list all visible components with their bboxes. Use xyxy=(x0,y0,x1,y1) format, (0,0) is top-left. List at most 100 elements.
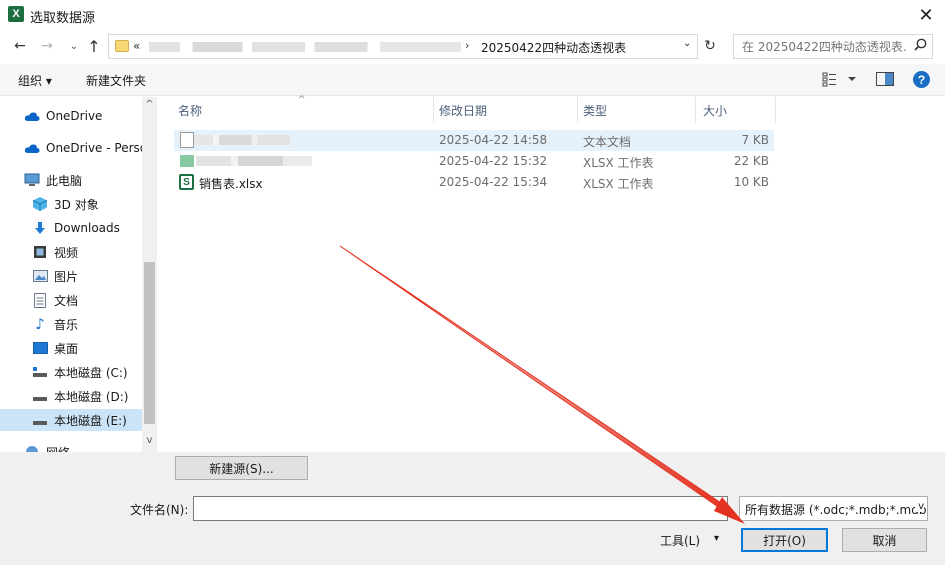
nav-item-drive-c[interactable]: 本地磁盘 (C:) xyxy=(0,361,142,383)
file-type: XLSX 工作表 xyxy=(583,156,654,170)
tools-menu-button[interactable]: 工具(L) xyxy=(660,532,700,549)
file-date: 2025-04-22 14:58 xyxy=(439,133,548,147)
drive-icon xyxy=(32,413,48,427)
close-button[interactable]: ✕ xyxy=(912,2,940,28)
recent-locations-chevron-icon[interactable]: ⌄ xyxy=(64,36,84,56)
spreadsheet-file-icon: S xyxy=(179,174,194,190)
dialog-footer: 新建源(S)... 文件名(N): 所有数据源 (*.odc;*.mdb;*.m… xyxy=(0,452,945,565)
forward-arrow-icon[interactable]: → xyxy=(37,36,57,56)
address-bar[interactable]: « › 20250422四种动态透视表 ⌄ xyxy=(108,34,698,59)
drive-icon xyxy=(32,365,48,379)
up-arrow-icon[interactable]: ↑ xyxy=(84,36,104,56)
table-row[interactable]: 2025-04-22 15:32 XLSX 工作表 22 KB xyxy=(174,151,774,172)
cloud-icon xyxy=(24,109,40,123)
filetype-selected-value: 所有数据源 (*.odc;*.mdb;*.mdb xyxy=(745,503,927,517)
nav-item-music[interactable]: ♪ 音乐 xyxy=(0,313,142,335)
nav-item-videos[interactable]: 视频 xyxy=(0,241,142,263)
file-size: 22 KB xyxy=(733,154,769,168)
nav-item-label: 本地磁盘 (E:) xyxy=(54,413,127,428)
dropdown-arrow-icon[interactable]: ▾ xyxy=(714,533,719,544)
file-list: 名称 ^ 修改日期 类型 大小 2025-04-22 14:58 文本文档 7 … xyxy=(160,95,945,452)
open-button[interactable]: 打开(O) xyxy=(741,528,828,552)
nav-item-label: 3D 对象 xyxy=(54,197,99,212)
table-row[interactable]: S 销售表.xlsx 2025-04-22 15:34 XLSX 工作表 10 … xyxy=(174,172,774,193)
filename-label: 文件名(N): xyxy=(130,503,189,517)
chevron-down-icon[interactable]: ⌄ xyxy=(683,38,697,49)
nav-scrollbar[interactable]: ^ v xyxy=(142,97,157,452)
file-size: 10 KB xyxy=(733,175,769,189)
drive-icon xyxy=(32,389,48,403)
spreadsheet-file-icon xyxy=(180,155,194,167)
filetype-select[interactable]: 所有数据源 (*.odc;*.mdb;*.mdb v xyxy=(739,496,928,521)
nav-item-documents[interactable]: 文档 xyxy=(0,289,142,311)
column-header-type[interactable]: 类型 xyxy=(578,97,696,123)
scroll-down-icon[interactable]: v xyxy=(142,435,157,446)
network-icon xyxy=(24,445,40,452)
view-options-icon[interactable] xyxy=(822,71,858,90)
new-folder-button[interactable]: 新建文件夹 xyxy=(86,72,146,89)
refresh-icon[interactable]: ↻ xyxy=(700,35,720,57)
cancel-button[interactable]: 取消 xyxy=(842,528,927,552)
nav-item-label: 本地磁盘 (D:) xyxy=(54,389,129,404)
nav-item-this-pc[interactable]: 此电脑 xyxy=(0,169,142,191)
search-input[interactable] xyxy=(740,38,908,56)
blurred-file-name xyxy=(194,135,290,145)
nav-item-label: 网络 xyxy=(46,444,70,453)
nav-item-drive-d[interactable]: 本地磁盘 (D:) xyxy=(0,385,142,407)
blurred-file-name xyxy=(196,156,312,166)
column-header-date[interactable]: 修改日期 xyxy=(434,97,578,123)
nav-item-label: OneDrive - Perso xyxy=(46,141,142,155)
breadcrumb-current[interactable]: 20250422四种动态透视表 xyxy=(481,39,626,56)
help-icon[interactable]: ? xyxy=(913,71,930,88)
organize-menu-button[interactable]: 组织 ▾ xyxy=(18,72,52,89)
nav-item-onedrive[interactable]: OneDrive xyxy=(0,105,142,127)
search-icon[interactable] xyxy=(914,38,927,55)
window-title: 选取数据源 xyxy=(30,11,96,26)
nav-item-pictures[interactable]: 图片 xyxy=(0,265,142,287)
download-icon xyxy=(32,221,48,235)
nav-item-onedrive-personal[interactable]: OneDrive - Perso xyxy=(0,137,142,159)
file-name: 销售表.xlsx xyxy=(199,177,263,191)
search-box[interactable] xyxy=(733,34,933,59)
nav-item-label: 视频 xyxy=(54,245,79,260)
cloud-icon xyxy=(24,141,40,155)
column-header-name[interactable]: 名称 xyxy=(160,97,434,123)
breadcrumb-separator-icon[interactable]: › xyxy=(465,39,469,52)
scrollbar-thumb[interactable] xyxy=(144,262,155,424)
cube-icon xyxy=(32,197,48,211)
video-icon xyxy=(32,245,48,259)
chevron-down-icon: v xyxy=(915,501,924,512)
scroll-up-icon[interactable]: ^ xyxy=(142,99,157,110)
nav-item-label: 图片 xyxy=(54,269,79,284)
preview-pane-icon[interactable] xyxy=(876,72,894,86)
nav-item-label: 桌面 xyxy=(54,341,79,356)
nav-item-label: OneDrive xyxy=(46,109,103,123)
nav-item-3d-objects[interactable]: 3D 对象 xyxy=(0,193,142,215)
file-date: 2025-04-22 15:32 xyxy=(439,154,548,168)
nav-item-desktop[interactable]: 桌面 xyxy=(0,337,142,359)
new-source-button[interactable]: 新建源(S)... xyxy=(175,456,308,480)
title-bar: X 选取数据源 ✕ xyxy=(0,0,945,30)
folder-icon xyxy=(115,40,129,52)
back-arrow-icon[interactable]: ← xyxy=(10,36,30,56)
picture-icon xyxy=(32,269,48,283)
desktop-icon xyxy=(32,341,48,355)
toolbar: 组织 ▾ 新建文件夹 ? xyxy=(0,64,945,96)
document-icon xyxy=(32,292,48,308)
filename-input[interactable] xyxy=(193,496,728,521)
breadcrumb-blurred-path xyxy=(149,42,461,52)
column-header-size[interactable]: 大小 xyxy=(696,97,776,123)
table-row[interactable]: 2025-04-22 14:58 文本文档 7 KB xyxy=(174,130,774,151)
music-icon: ♪ xyxy=(35,315,45,333)
nav-item-network[interactable]: 网络 xyxy=(0,441,142,452)
nav-item-downloads[interactable]: Downloads xyxy=(0,217,142,239)
file-date: 2025-04-22 15:34 xyxy=(439,175,548,189)
file-type: XLSX 工作表 xyxy=(583,177,654,191)
nav-item-label: 本地磁盘 (C:) xyxy=(54,365,128,380)
address-row: ← → ⌄ ↑ « › 20250422四种动态透视表 ⌄ ↻ xyxy=(0,32,945,60)
excel-app-icon: X xyxy=(8,6,24,22)
file-size: 7 KB xyxy=(741,133,769,147)
nav-item-drive-e[interactable]: 本地磁盘 (E:) xyxy=(0,409,142,431)
nav-item-label: 此电脑 xyxy=(46,173,83,188)
breadcrumb-overflow[interactable]: « xyxy=(133,39,140,53)
